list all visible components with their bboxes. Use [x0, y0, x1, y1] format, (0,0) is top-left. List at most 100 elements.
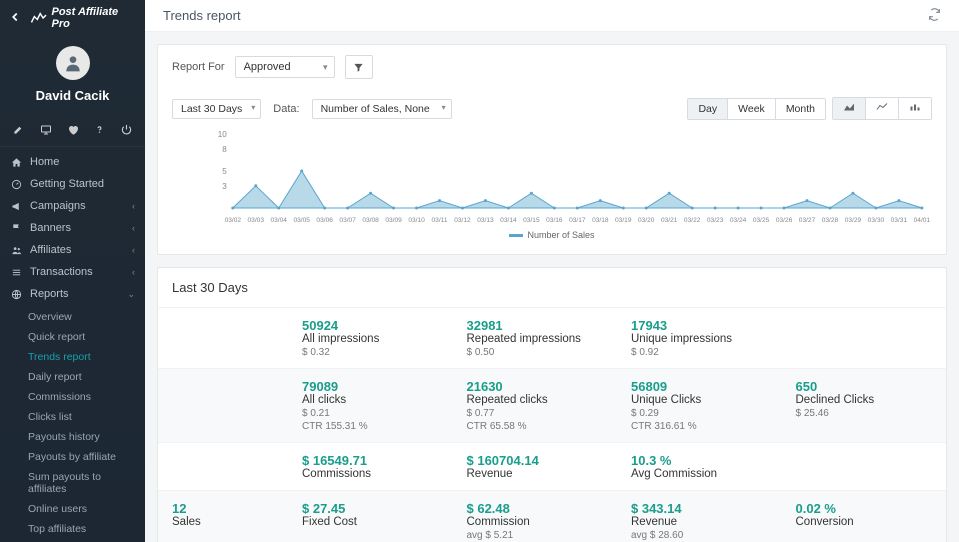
svg-text:03/28: 03/28 [822, 217, 839, 224]
stat-sub: $ 0.32 [302, 347, 439, 358]
subnav-sum-payouts-to-affiliates[interactable]: Sum payouts to affiliates [0, 467, 145, 499]
chart-type-line[interactable] [866, 98, 899, 119]
subnav-payouts-by-affiliate[interactable]: Payouts by affiliate [0, 447, 145, 467]
back-button[interactable] [8, 8, 22, 29]
help-icon[interactable] [93, 123, 106, 136]
topbar: Trends report [145, 0, 959, 32]
svg-text:03/25: 03/25 [753, 217, 770, 224]
svg-text:04/01: 04/01 [914, 217, 931, 224]
report-for-label: Report For [172, 61, 225, 73]
stat-value: $ 343.14 [631, 501, 768, 516]
stat-row: $ 16549.71Commissions$ 160704.14Revenue1… [158, 442, 946, 490]
chart-type-bar[interactable] [899, 98, 931, 119]
svg-text:10: 10 [218, 130, 228, 139]
stat-label: Commission [467, 516, 604, 528]
avatar[interactable] [56, 46, 90, 80]
svg-text:5: 5 [222, 167, 227, 176]
chevron-icon: ‹ [132, 267, 135, 277]
stat-cell: 17943Unique impressions$ 0.92 [617, 308, 782, 368]
stat-cell [782, 443, 947, 490]
subnav-trends-report[interactable]: Trends report [0, 347, 145, 367]
stat-sub2: CTR 316.61 % [631, 421, 768, 432]
stat-sub2: CTR 155.31 % [302, 421, 439, 432]
gauge-icon [10, 179, 22, 190]
main: Trends report Report For Approved [145, 0, 959, 542]
home-icon [10, 157, 22, 168]
nav-label: Transactions [30, 266, 93, 278]
content: Report For Approved Last 30 Days Data: N… [145, 32, 959, 542]
stat-value: 10.3 % [631, 453, 768, 468]
user-actions [0, 115, 145, 147]
stat-cell: 650Declined Clicks$ 25.46 [782, 369, 947, 442]
svg-text:03/03: 03/03 [248, 217, 265, 224]
subnav-online-users[interactable]: Online users [0, 499, 145, 519]
period-week[interactable]: Week [728, 99, 776, 119]
svg-text:03/13: 03/13 [477, 217, 494, 224]
svg-text:03/22: 03/22 [684, 217, 701, 224]
subnav-daily-report[interactable]: Daily report [0, 367, 145, 387]
stat-label: Fixed Cost [302, 516, 439, 528]
power-icon[interactable] [120, 123, 133, 136]
nav-item-affiliates[interactable]: Affiliates‹ [0, 239, 145, 261]
subnav-clicks-list[interactable]: Clicks list [0, 407, 145, 427]
filter-button[interactable] [345, 55, 373, 79]
period-day[interactable]: Day [688, 99, 728, 119]
chevron-icon: ‹ [132, 201, 135, 211]
chart-type-area[interactable] [833, 98, 866, 119]
data-label: Data: [273, 103, 299, 115]
nav-item-banners[interactable]: Banners ‹ [0, 217, 145, 239]
stat-cell: $ 27.45Fixed Cost [288, 491, 453, 542]
svg-text:03/12: 03/12 [454, 217, 471, 224]
report-for-select[interactable]: Approved [235, 56, 335, 78]
edit-icon[interactable] [12, 123, 25, 136]
nav-item-reports[interactable]: Reports⌄ [0, 283, 145, 305]
svg-text:03/30: 03/30 [868, 217, 885, 224]
stat-cell: 10.3 %Avg Commission [617, 443, 782, 490]
svg-text:03/09: 03/09 [385, 217, 402, 224]
subnav-overview[interactable]: Overview [0, 307, 145, 327]
stat-cell: 12Sales [158, 491, 288, 542]
stat-grid: 50924All impressions$ 0.3232981Repeated … [158, 307, 946, 542]
stat-label: All clicks [302, 394, 439, 406]
stat-cell [158, 308, 288, 368]
nav-item-getting-started[interactable]: Getting Started [0, 173, 145, 195]
stat-label: Avg Commission [631, 468, 768, 480]
refresh-button[interactable] [928, 8, 941, 24]
heart-icon[interactable] [66, 123, 79, 136]
nav-label: Banners [30, 222, 71, 234]
nav-label: Reports [30, 288, 69, 300]
date-range-select[interactable]: Last 30 Days [172, 99, 261, 119]
subnav-quick-report[interactable]: Quick report [0, 327, 145, 347]
lines-icon [10, 267, 22, 278]
subnav-top-affiliates[interactable]: Top affiliates [0, 519, 145, 539]
page-title: Trends report [163, 8, 241, 23]
stats-title: Last 30 Days [158, 268, 946, 307]
stat-value: 32981 [467, 318, 604, 333]
chart-panel: Report For Approved Last 30 Days Data: N… [157, 44, 947, 255]
subnav-commissions[interactable]: Commissions [0, 387, 145, 407]
globe-icon [10, 289, 22, 300]
nav-item-home[interactable]: Home [0, 151, 145, 173]
subnav: OverviewQuick reportTrends reportDaily r… [0, 305, 145, 542]
stat-cell: $ 160704.14Revenue [453, 443, 618, 490]
period-month[interactable]: Month [776, 99, 825, 119]
stat-value: 50924 [302, 318, 439, 333]
stat-sub: $ 0.21 [302, 408, 439, 419]
stat-cell [158, 369, 288, 442]
stat-value: 56809 [631, 379, 768, 394]
user-block: David Cacik [0, 36, 145, 115]
nav-item-transactions[interactable]: Transactions ‹ [0, 261, 145, 283]
svg-text:03/07: 03/07 [339, 217, 356, 224]
stat-label: Revenue [631, 516, 768, 528]
stat-value: $ 160704.14 [467, 453, 604, 468]
chevron-icon: ‹ [132, 223, 135, 233]
data-select[interactable]: Number of Sales, None [312, 99, 452, 119]
subnav-payouts-history[interactable]: Payouts history [0, 427, 145, 447]
stat-value: 12 [172, 501, 274, 516]
trends-chart: 1085303/0203/0303/0403/0503/0603/0703/08… [172, 128, 932, 228]
stat-sub: $ 0.92 [631, 347, 768, 358]
sidebar: Post Affiliate Pro David Cacik HomeGetti… [0, 0, 145, 542]
nav-item-campaigns[interactable]: Campaigns‹ [0, 195, 145, 217]
stat-label: Revenue [467, 468, 604, 480]
desktop-icon[interactable] [39, 123, 52, 136]
